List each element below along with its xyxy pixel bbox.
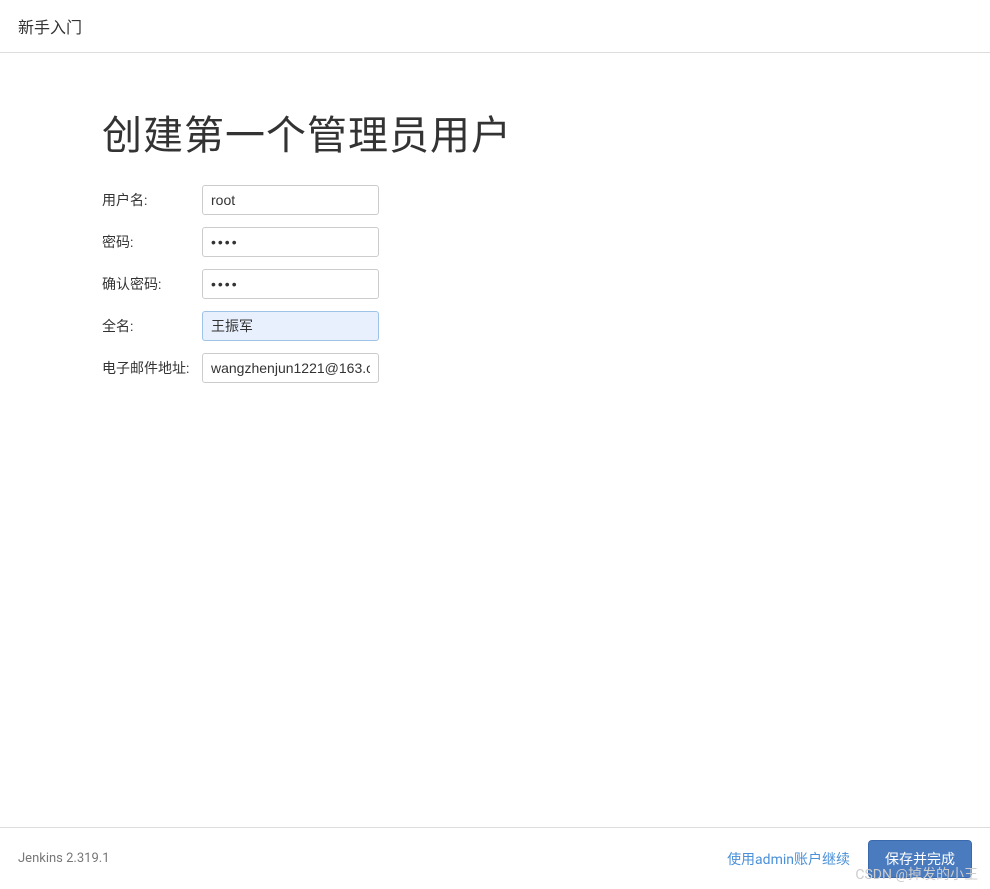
form-row-email: 电子邮件地址: [102,353,990,383]
header-title: 新手入门 [18,14,82,38]
username-label: 用户名: [102,190,202,210]
username-input[interactable] [202,185,379,215]
save-and-finish-button[interactable]: 保存并完成 [868,840,972,878]
email-input[interactable] [202,353,379,383]
email-label: 电子邮件地址: [102,358,202,378]
fullname-input[interactable] [202,311,379,341]
form-row-username: 用户名: [102,185,990,215]
form-row-password: 密码: [102,227,990,257]
skip-admin-link[interactable]: 使用admin账户继续 [727,849,850,869]
footer-actions: 使用admin账户继续 保存并完成 [727,840,972,878]
password-label: 密码: [102,232,202,252]
confirm-password-label: 确认密码: [102,274,202,294]
footer: Jenkins 2.319.1 使用admin账户继续 保存并完成 [0,827,990,889]
confirm-password-input[interactable] [202,269,379,299]
main-content: 创建第一个管理员用户 用户名: 密码: 确认密码: 全名: 电子邮件地址: [0,53,990,383]
header: 新手入门 [0,0,990,53]
password-input[interactable] [202,227,379,257]
form-row-confirm-password: 确认密码: [102,269,990,299]
fullname-label: 全名: [102,316,202,336]
version-label: Jenkins 2.319.1 [18,851,110,866]
form-row-fullname: 全名: [102,311,990,341]
page-title: 创建第一个管理员用户 [102,103,990,161]
